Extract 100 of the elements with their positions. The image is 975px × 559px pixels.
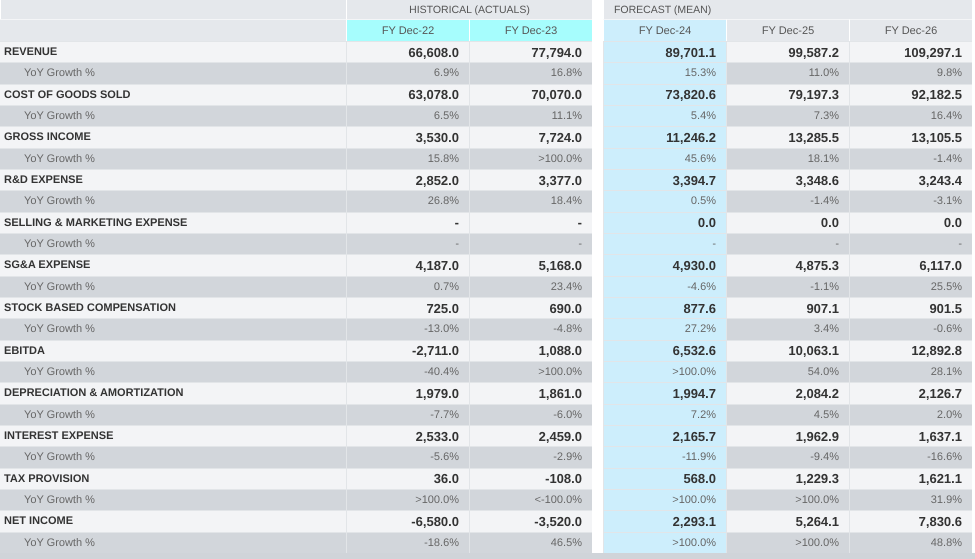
value-cell: 79,197.3: [726, 84, 849, 105]
value-cell: 1,637.1: [849, 424, 972, 446]
row-label: YoY Growth %: [0, 446, 346, 468]
value-cell: 13,285.5: [726, 126, 849, 148]
growth-cell: -11.9%: [603, 446, 726, 468]
column-header[interactable]: FY Dec-24: [603, 19, 726, 41]
row-label: STOCK BASED COMPENSATION: [0, 296, 346, 318]
value-cell: 1,994.7: [603, 382, 726, 404]
growth-cell: <-100.0%: [469, 488, 592, 510]
growth-cell: 11.1%: [469, 104, 592, 126]
value-cell: 3,394.7: [603, 168, 726, 190]
value-cell: 877.6: [603, 296, 726, 318]
value-cell: 1,088.0: [469, 340, 592, 361]
value-cell: 907.1: [726, 296, 849, 318]
growth-cell: 6.5%: [346, 104, 469, 126]
growth-cell: >100.0%: [603, 488, 726, 510]
row-label: YoY Growth %: [0, 318, 346, 340]
value-cell: -2,711.0: [346, 340, 469, 361]
row-label: COST OF GOODS SOLD: [0, 84, 346, 105]
growth-cell: 54.0%: [726, 360, 849, 382]
growth-cell: 0.5%: [603, 190, 726, 212]
growth-cell: 3.4%: [726, 318, 849, 340]
value-cell: 92,182.5: [849, 84, 972, 105]
value-cell: 11,246.2: [603, 126, 726, 148]
value-cell: 3,377.0: [469, 168, 592, 190]
growth-cell: 23.4%: [469, 276, 592, 297]
growth-cell: >100.0%: [469, 360, 592, 382]
value-cell: 5,168.0: [469, 254, 592, 276]
value-cell: 1,962.9: [726, 424, 849, 446]
growth-cell: 45.6%: [603, 148, 726, 169]
growth-cell: 46.5%: [469, 532, 592, 553]
value-cell: 2,084.2: [726, 382, 849, 404]
growth-cell: 7.2%: [603, 404, 726, 425]
row-label: NET INCOME: [0, 510, 346, 532]
growth-cell: -4.6%: [603, 276, 726, 297]
growth-cell: 5.4%: [603, 104, 726, 126]
growth-cell: -3.1%: [849, 190, 972, 212]
value-cell: 7,724.0: [469, 126, 592, 148]
value-cell: 2,852.0: [346, 168, 469, 190]
row-label: YoY Growth %: [0, 62, 346, 84]
growth-cell: >100.0%: [603, 532, 726, 553]
column-header[interactable]: FY Dec-22: [346, 19, 469, 41]
growth-cell: -1.1%: [726, 276, 849, 297]
column-group-header: FORECAST (MEAN): [603, 0, 972, 19]
column-header[interactable]: FY Dec-26: [849, 19, 972, 41]
row-label: INTEREST EXPENSE: [0, 424, 346, 446]
value-cell: 4,187.0: [346, 254, 469, 276]
growth-cell: 7.3%: [726, 104, 849, 126]
growth-cell: -6.0%: [469, 404, 592, 425]
value-cell: 63,078.0: [346, 84, 469, 105]
growth-cell: >100.0%: [726, 532, 849, 553]
value-cell: 725.0: [346, 296, 469, 318]
growth-cell: -: [469, 232, 592, 254]
growth-cell: 26.8%: [346, 190, 469, 212]
value-cell: 6,532.6: [603, 340, 726, 361]
growth-cell: -7.7%: [346, 404, 469, 425]
row-label: YoY Growth %: [0, 190, 346, 212]
growth-cell: -4.8%: [469, 318, 592, 340]
value-cell: -6,580.0: [346, 510, 469, 532]
value-cell: -: [469, 212, 592, 233]
value-cell: 1,861.0: [469, 382, 592, 404]
growth-cell: 18.1%: [726, 148, 849, 169]
growth-cell: 27.2%: [603, 318, 726, 340]
growth-cell: -40.4%: [346, 360, 469, 382]
row-label: SG&A EXPENSE: [0, 254, 346, 276]
row-label: R&D EXPENSE: [0, 168, 346, 190]
value-cell: 89,701.1: [603, 41, 726, 62]
growth-cell: -5.6%: [346, 446, 469, 468]
value-cell: 4,875.3: [726, 254, 849, 276]
value-cell: 1,979.0: [346, 382, 469, 404]
growth-cell: 18.4%: [469, 190, 592, 212]
growth-cell: -: [849, 232, 972, 254]
column-header[interactable]: FY Dec-23: [469, 19, 592, 41]
growth-cell: >100.0%: [346, 488, 469, 510]
growth-cell: -: [346, 232, 469, 254]
value-cell: 4,930.0: [603, 254, 726, 276]
growth-cell: >100.0%: [603, 360, 726, 382]
row-label: YoY Growth %: [0, 532, 346, 553]
value-cell: 1,229.3: [726, 468, 849, 489]
value-cell: -3,520.0: [469, 510, 592, 532]
row-label: DEPRECIATION & AMORTIZATION: [0, 382, 346, 404]
value-cell: 568.0: [603, 468, 726, 489]
column-header[interactable]: FY Dec-25: [726, 19, 849, 41]
row-label: YoY Growth %: [0, 404, 346, 425]
value-cell: 99,587.2: [726, 41, 849, 62]
value-cell: 77,794.0: [469, 41, 592, 62]
value-cell: 2,533.0: [346, 424, 469, 446]
value-cell: 66,608.0: [346, 41, 469, 62]
value-cell: 2,126.7: [849, 382, 972, 404]
row-label: YoY Growth %: [0, 148, 346, 169]
growth-cell: -9.4%: [726, 446, 849, 468]
growth-cell: -13.0%: [346, 318, 469, 340]
value-cell: 3,348.6: [726, 168, 849, 190]
value-cell: 109,297.1: [849, 41, 972, 62]
growth-cell: 48.8%: [849, 532, 972, 553]
value-cell: 7,830.6: [849, 510, 972, 532]
growth-cell: 25.5%: [849, 276, 972, 297]
value-cell: 1,621.1: [849, 468, 972, 489]
value-cell: 2,293.1: [603, 510, 726, 532]
growth-cell: -18.6%: [346, 532, 469, 553]
